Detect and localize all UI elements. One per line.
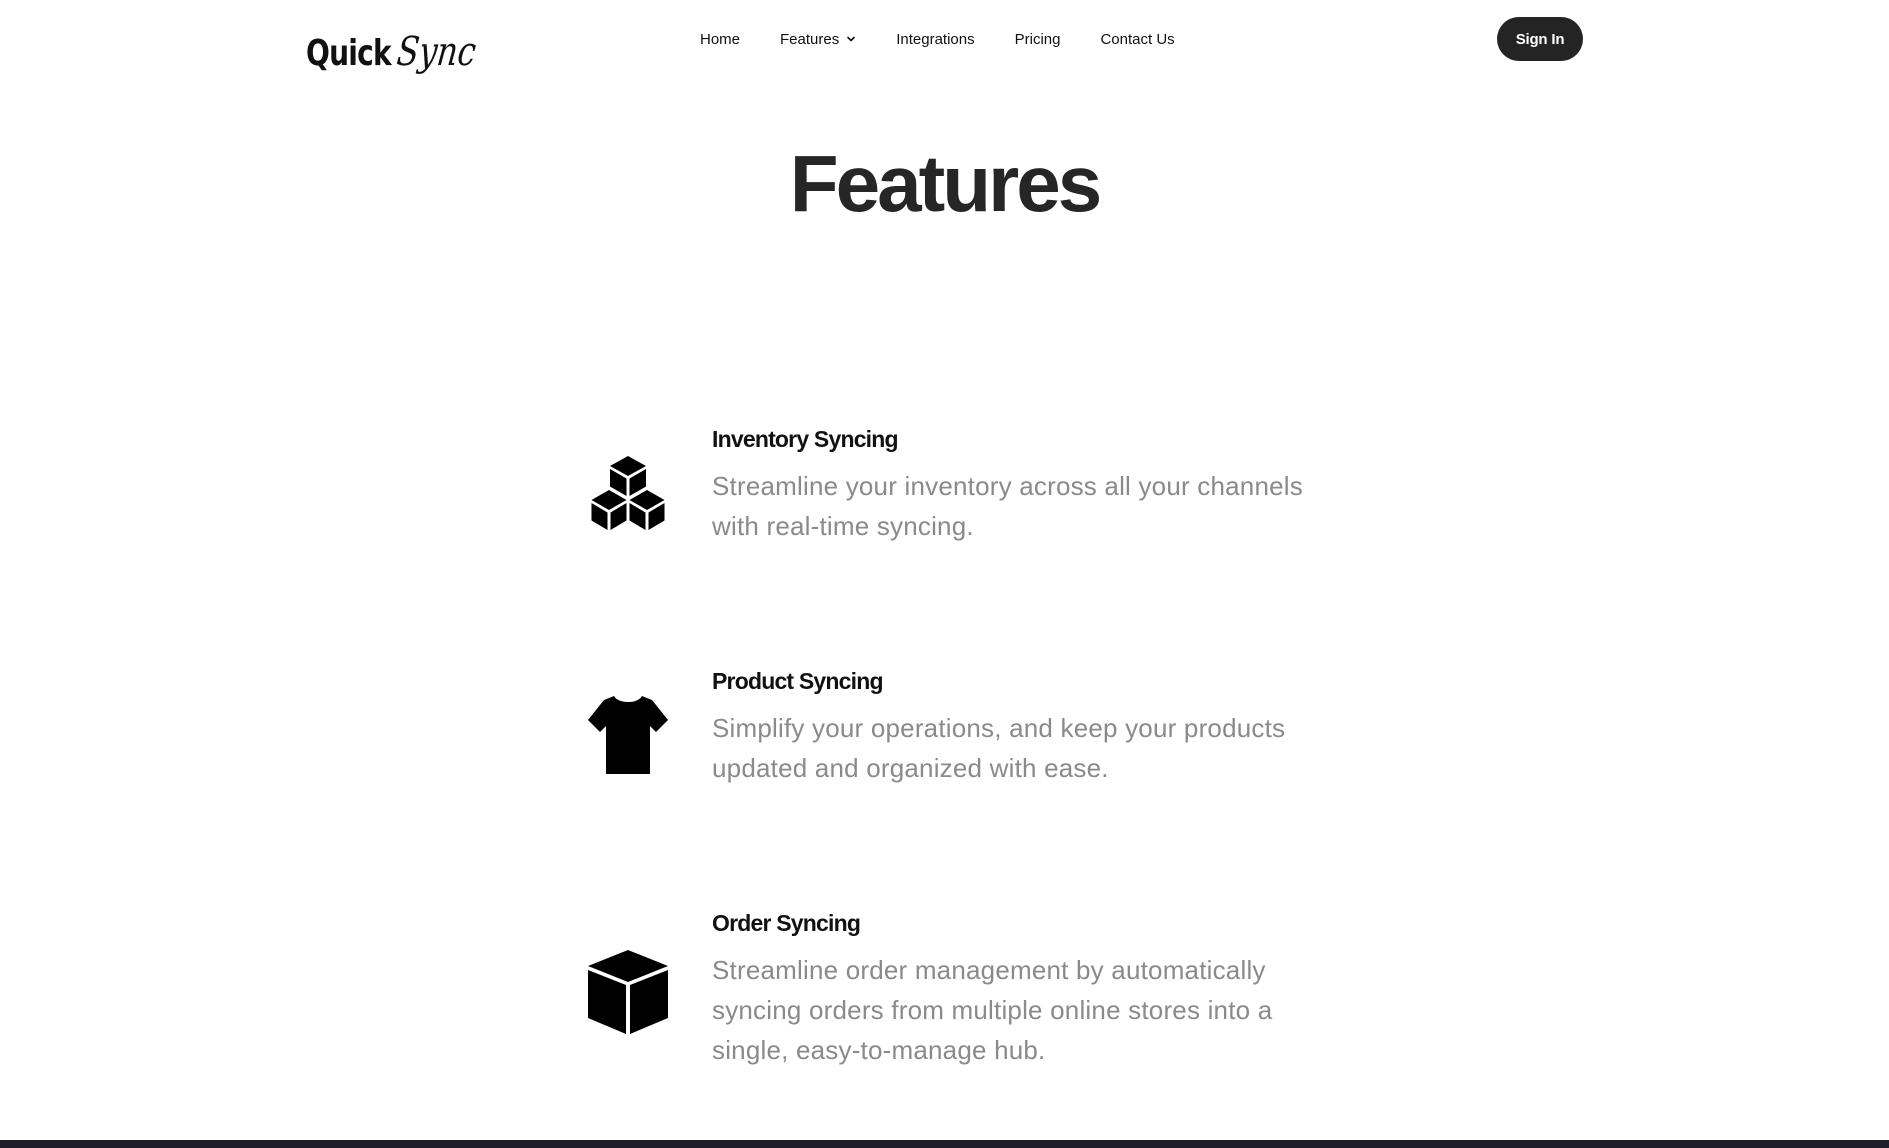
nav-home-label: Home xyxy=(700,30,741,48)
feature-description: Streamline your inventory across all you… xyxy=(712,471,1303,541)
feature-title: Inventory Syncing xyxy=(712,426,899,452)
feature-title: Product Syncing xyxy=(712,668,884,694)
nav-home-link[interactable]: Home xyxy=(700,31,740,48)
nav-integrations-label: Integrations xyxy=(896,30,975,48)
quicksync-logo[interactable]: Quick Sync xyxy=(306,12,493,75)
cubes-icon xyxy=(591,456,665,530)
page-title: Features xyxy=(789,139,1102,228)
logo-text-quick: Quick xyxy=(306,33,392,74)
site-header: Quick Sync Home Features Integrations Pr… xyxy=(0,0,1889,78)
chevron-down-icon xyxy=(847,36,856,42)
feature-description: Simplify your operations, and keep your … xyxy=(712,713,1286,783)
feature-title: Order Syncing xyxy=(712,910,861,936)
nav-contact-label: Contact Us xyxy=(1100,30,1175,48)
feature-description: Streamline order management by automatic… xyxy=(712,955,1273,1065)
tshirt-icon xyxy=(588,696,668,774)
nav-pricing-link[interactable]: Pricing xyxy=(1015,31,1061,48)
footer-bar xyxy=(0,1140,1889,1148)
box-icon xyxy=(588,950,668,1034)
nav-features-label: Features xyxy=(780,30,840,48)
nav-pricing-label: Pricing xyxy=(1014,30,1061,48)
logo-text-sync: Sync xyxy=(394,29,479,75)
sign-in-button[interactable]: Sign In xyxy=(1497,17,1583,61)
nav-features-dropdown[interactable]: Features xyxy=(780,31,856,48)
nav-contact-link[interactable]: Contact Us xyxy=(1100,31,1174,48)
nav-integrations-link[interactable]: Integrations xyxy=(896,31,974,48)
main-nav: Home Features Integrations Pricing Conta… xyxy=(700,26,1175,52)
